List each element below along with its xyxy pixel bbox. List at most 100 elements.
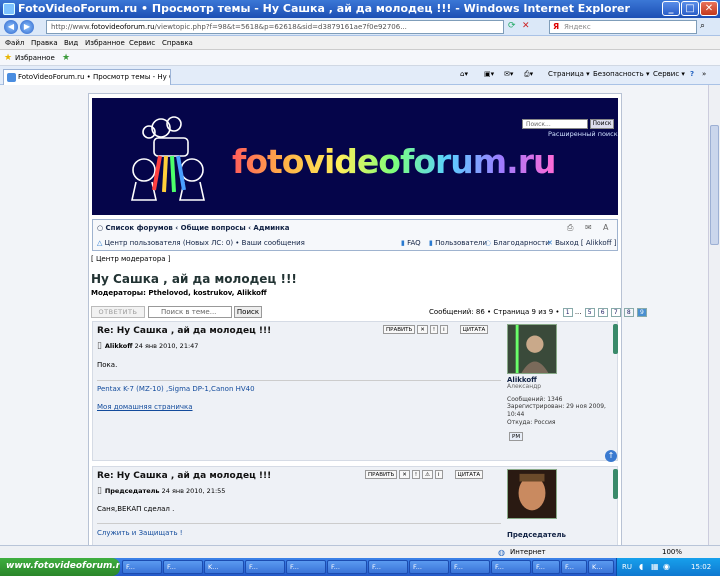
logout-link[interactable]: ✕ Выход [ Alikkoff ]	[547, 239, 616, 247]
menu-file[interactable]: Файл	[5, 39, 24, 47]
back-to-top-icon[interactable]: ↑	[605, 450, 617, 462]
search-go-icon[interactable]: ⌕	[700, 21, 705, 31]
banner-search-button[interactable]: Поиск	[590, 119, 614, 129]
taskbar-button[interactable]: F...	[245, 560, 285, 574]
tools-menu[interactable]: Сервис ▾	[653, 70, 685, 78]
help-icon[interactable]: ?	[690, 70, 694, 78]
modcp-link[interactable]: [ Центр модератора ]	[91, 255, 171, 263]
tab-label: FotoVideoForum.ru • Просмотр темы - Ну С…	[18, 73, 171, 81]
vertical-scrollbar[interactable]	[708, 85, 720, 545]
report-icon[interactable]: !	[411, 470, 421, 479]
banner-search-input[interactable]: Поиск...	[522, 119, 588, 129]
page-link-7[interactable]: 7	[610, 308, 621, 317]
minimize-button[interactable]: _	[662, 1, 680, 16]
refresh-icon[interactable]: ⟳	[508, 21, 516, 31]
taskbar-button[interactable]: F...	[561, 560, 587, 574]
scroll-thumb[interactable]	[710, 125, 719, 245]
edit-button[interactable]: ПРАВИТЬ	[365, 470, 398, 479]
page-link-1[interactable]: 1	[562, 308, 573, 317]
menu-edit[interactable]: Правка	[31, 39, 58, 47]
taskbar-button[interactable]: K...	[588, 560, 614, 574]
post-author[interactable]: Председатель	[105, 487, 160, 495]
quote-button[interactable]: ЦИТАТА	[454, 470, 484, 479]
thanks-link[interactable]: ◌ Благодарности	[485, 239, 550, 247]
user-from: Откуда: Россия	[507, 419, 556, 426]
faq-link[interactable]: ▮ FAQ	[401, 239, 421, 247]
close-button[interactable]: ✕	[700, 1, 718, 16]
taskbar-button[interactable]: F...	[491, 560, 531, 574]
back-button[interactable]: ◀	[4, 20, 18, 34]
browser-tab[interactable]: FotoVideoForum.ru • Просмотр темы - Ну С…	[3, 69, 171, 85]
taskbar-button[interactable]: F...	[163, 560, 203, 574]
address-input[interactable]: http://www.fotovideoforum.ru/viewtopic.p…	[46, 20, 504, 34]
page-link-8[interactable]: 8	[623, 308, 634, 317]
delete-icon[interactable]: ✕	[417, 325, 428, 334]
page-link-6[interactable]: 6	[597, 308, 608, 317]
stop-icon[interactable]: ✕	[522, 21, 530, 31]
taskbar-button[interactable]: F...	[327, 560, 367, 574]
reply-button[interactable]: ОТВЕТИТЬ	[91, 306, 145, 318]
menu-favorites[interactable]: Избранное	[85, 39, 125, 47]
volume-icon[interactable]: ◖	[639, 562, 643, 571]
page-viewport: fotovideoforum.ru Поиск... Поиск Расшире…	[0, 85, 708, 545]
menu-view[interactable]: Вид	[64, 39, 78, 47]
taskbar-button[interactable]: F...	[368, 560, 408, 574]
taskbar-button[interactable]: F...	[286, 560, 326, 574]
topic-search-input[interactable]: Поиск в теме...	[148, 306, 232, 318]
start-button[interactable]: www.fotovideoforum.ru	[0, 558, 120, 576]
add-favorite-icon[interactable]: ★	[62, 53, 70, 63]
page-link-5[interactable]: 5	[584, 308, 595, 317]
taskbar-button[interactable]: F...	[409, 560, 449, 574]
search-input[interactable]: Я Яндекс	[549, 20, 697, 34]
edit-button[interactable]: ПРАВИТЬ	[383, 325, 416, 334]
feeds-icon[interactable]: ▣▾	[484, 70, 494, 78]
email-icon[interactable]: ✉	[585, 223, 592, 232]
favorites-button[interactable]: Избранное	[15, 54, 55, 62]
taskbar-button[interactable]: F...	[450, 560, 490, 574]
thanks-side-tab[interactable]	[613, 324, 618, 354]
home-icon[interactable]: ⌂▾	[460, 70, 468, 78]
maximize-button[interactable]: □	[681, 1, 699, 16]
homepage-link[interactable]: Моя домашняя страничка	[97, 403, 193, 411]
taskbar-button[interactable]: F...	[532, 560, 560, 574]
post-author[interactable]: Alikkoff	[105, 342, 133, 350]
thanks-side-tab[interactable]	[613, 469, 618, 499]
url-prefix: http://www.	[51, 23, 92, 31]
mail-icon[interactable]: ✉▾	[504, 70, 513, 78]
info-icon[interactable]: i	[435, 470, 443, 479]
more-chevron-icon[interactable]: »	[702, 70, 706, 78]
info-icon[interactable]: i	[440, 325, 448, 334]
quote-button[interactable]: ЦИТАТА	[459, 325, 489, 334]
members-link[interactable]: ▮ Пользователи	[429, 239, 487, 247]
safety-menu[interactable]: Безопасность ▾	[593, 70, 649, 78]
language-indicator[interactable]: RU	[622, 563, 632, 571]
antivirus-icon[interactable]: ◉	[663, 562, 670, 571]
address-toolbar: ◀ ▶ http://www.fotovideoforum.ru/viewtop…	[0, 18, 720, 36]
font-size-icon[interactable]: A	[603, 223, 608, 232]
menu-help[interactable]: Справка	[162, 39, 193, 47]
user-name[interactable]: Председатель	[507, 531, 566, 539]
menu-tools[interactable]: Сервис	[129, 39, 155, 47]
report-icon[interactable]: !	[429, 325, 439, 334]
post-title[interactable]: Re: Ну Сашка , ай да молодец !!!	[97, 326, 271, 336]
zoom-level[interactable]: 100%	[662, 548, 682, 556]
forward-button[interactable]: ▶	[20, 20, 34, 34]
mascot-logo	[131, 116, 205, 201]
print-icon[interactable]: ⎙▾	[524, 70, 533, 79]
print-icon[interactable]: ⎙	[567, 223, 573, 233]
breadcrumb[interactable]: ○ Список форумов ‹ Общие вопросы ‹ Админ…	[97, 224, 289, 232]
taskbar-button[interactable]: F...	[122, 560, 162, 574]
page-menu[interactable]: Страница ▾	[548, 70, 590, 78]
post-date: 24 янв 2010, 21:47	[134, 342, 199, 350]
pm-button[interactable]: PM	[509, 432, 524, 441]
post-title[interactable]: Re: Ну Сашка , ай да молодец !!!	[97, 471, 271, 481]
ucp-icon: △	[97, 239, 105, 247]
pagination-text: Сообщений: 86 • Страница 9 из 9 •	[429, 308, 560, 316]
taskbar-button[interactable]: K...	[204, 560, 244, 574]
advanced-search-link[interactable]: Расширенный поиск	[548, 130, 618, 138]
network-icon[interactable]: ▦	[651, 562, 659, 571]
delete-icon[interactable]: ✕	[399, 470, 410, 479]
topic-search-button[interactable]: Поиск	[234, 306, 262, 318]
warn-icon[interactable]: ⚠	[422, 470, 434, 479]
ucp-link[interactable]: △ Центр пользователя (Новых ЛС: 0) • Ваш…	[97, 239, 305, 247]
